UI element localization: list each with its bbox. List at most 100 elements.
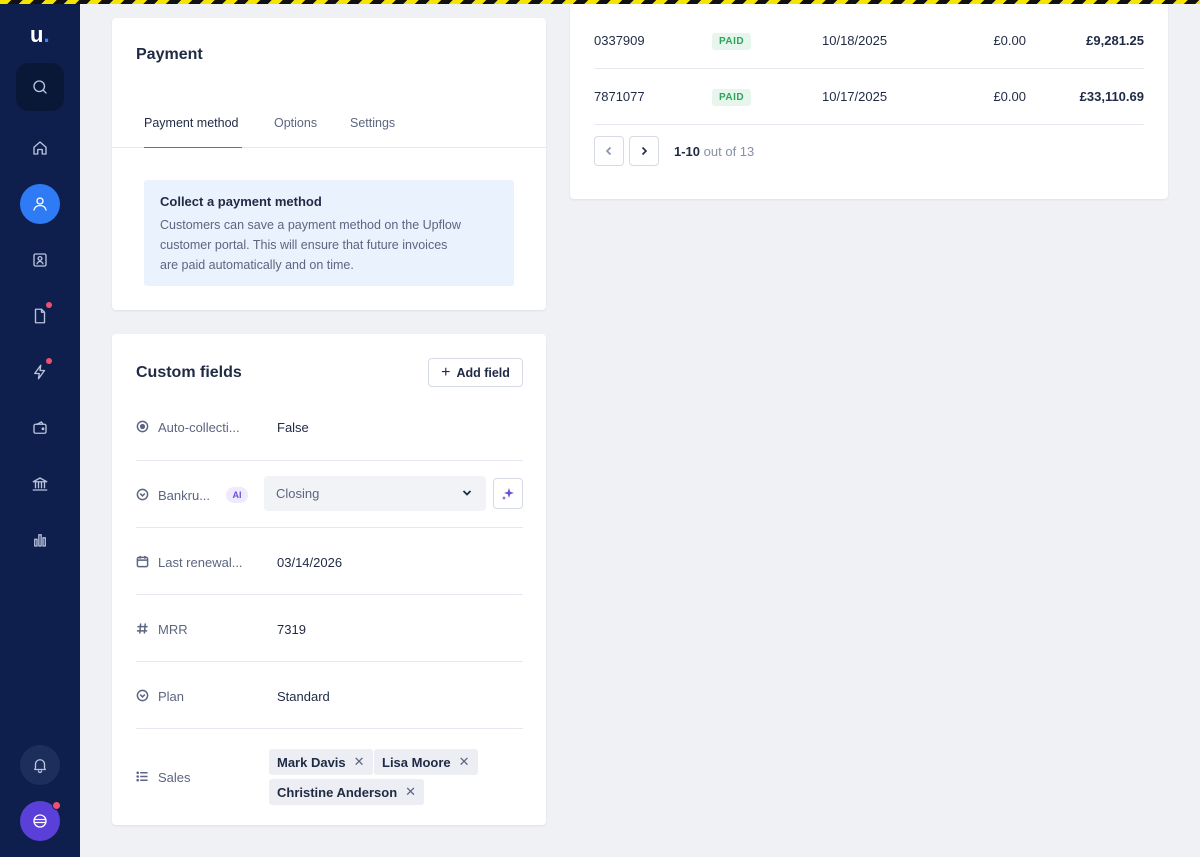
lightning-icon — [34, 364, 46, 380]
bank-icon — [32, 477, 48, 491]
workspace-icon — [33, 814, 47, 828]
radio-icon — [136, 420, 149, 433]
dropdown-icon — [136, 488, 149, 501]
field-label: MRR — [158, 622, 188, 637]
pagination-text: 1-10 out of 13 — [674, 144, 754, 159]
hash-icon — [136, 622, 149, 635]
sidebar-item-contacts[interactable] — [20, 240, 60, 280]
add-field-button[interactable]: + Add field — [428, 358, 523, 387]
notice-title: Collect a payment method — [160, 194, 322, 209]
notice-body: Customers can save a payment method on t… — [160, 215, 498, 275]
sidebar: u. — [0, 0, 80, 857]
sidebar-item-customers[interactable] — [20, 184, 60, 224]
document-icon — [34, 308, 46, 324]
field-label: Plan — [158, 689, 185, 704]
chevron-left-icon — [605, 146, 612, 156]
home-icon — [33, 141, 47, 155]
invoice-outstanding: £0.00 — [993, 89, 1026, 104]
sales-chip: Christine Anderson ✕ — [269, 779, 425, 805]
ai-badge: AI — [226, 487, 248, 503]
field-label: Bankru... — [158, 488, 211, 503]
field-bankruptcy: Bankru... AI Closing — [136, 476, 523, 528]
custom-fields-title: Custom fields — [136, 364, 242, 381]
tab-payment-method[interactable]: Payment method — [144, 112, 242, 148]
invoice-outstanding: £0.00 — [993, 33, 1026, 48]
add-field-label: Add field — [456, 365, 510, 380]
chevron-right-icon — [641, 146, 648, 156]
invoice-amount: £33,110.69 — [1079, 89, 1144, 104]
select-value: Closing — [276, 486, 320, 501]
sidebar-item-automations[interactable] — [20, 352, 60, 392]
bankruptcy-select[interactable]: Closing — [264, 476, 486, 511]
notifications-button[interactable] — [20, 745, 60, 785]
invoice-number[interactable]: 7871077 — [594, 89, 645, 104]
bell-icon — [34, 759, 46, 774]
sales-chip: Lisa Moore ✕ — [374, 749, 478, 775]
pagination: 1-10 out of 13 — [594, 136, 894, 166]
field-last-renewal[interactable]: Last renewal... 03/14/2026 — [136, 545, 523, 595]
sparkle-icon — [502, 487, 514, 500]
plus-icon: + — [441, 363, 451, 381]
table-row[interactable]: 7871077 PAID 10/17/2025 £0.00 £33,110.69 — [594, 69, 1144, 125]
avatar[interactable] — [20, 801, 61, 841]
payment-card: Payment Payment method Options Settings … — [112, 18, 546, 310]
payment-tabs: Payment method Options Settings — [112, 108, 546, 148]
field-value[interactable]: 03/14/2026 — [277, 555, 342, 570]
notification-dot — [46, 302, 52, 308]
field-label: Sales — [158, 770, 191, 785]
invoices-card: 0337909 PAID 10/18/2025 £0.00 £9,281.25 … — [570, 0, 1168, 199]
invoice-amount: £9,281.25 — [1086, 33, 1144, 48]
field-auto-collection[interactable]: Auto-collecti... False — [136, 410, 523, 461]
sidebar-item-home[interactable] — [20, 128, 60, 168]
dropdown-icon — [136, 689, 149, 702]
field-label: Auto-collecti... — [158, 420, 240, 435]
logo[interactable]: u. — [30, 22, 50, 48]
field-mrr[interactable]: MRR 7319 — [136, 612, 523, 662]
pagination-range: 1-10 — [674, 144, 701, 159]
chevron-down-icon — [462, 490, 472, 496]
contact-card-icon — [33, 253, 47, 267]
status-badge: PAID — [712, 33, 752, 50]
list-icon — [136, 770, 149, 783]
remove-icon[interactable]: ✕ — [405, 784, 416, 800]
sidebar-item-banking[interactable] — [20, 464, 60, 504]
field-value[interactable]: Standard — [277, 689, 330, 704]
sidebar-item-payments[interactable] — [20, 408, 60, 448]
sidebar-item-reports[interactable] — [20, 520, 60, 560]
table-row[interactable]: 0337909 PAID 10/18/2025 £0.00 £9,281.25 — [594, 13, 1144, 69]
field-plan[interactable]: Plan Standard — [136, 679, 523, 729]
bar-chart-icon — [34, 534, 46, 547]
chip-label: Mark Davis — [277, 754, 346, 770]
invoice-date: 10/18/2025 — [822, 33, 888, 48]
logo-dot: . — [43, 22, 50, 47]
notification-dot — [52, 801, 61, 810]
sidebar-item-search[interactable] — [16, 63, 64, 111]
invoice-number[interactable]: 0337909 — [594, 33, 645, 48]
remove-icon[interactable]: ✕ — [459, 754, 470, 770]
notice-line: customer portal. This will ensure that f… — [160, 238, 448, 252]
notice-line: Customers can save a payment method on t… — [160, 218, 461, 232]
field-value[interactable]: False — [277, 420, 309, 435]
chip-label: Lisa Moore — [382, 754, 451, 770]
pagination-total: out of 13 — [703, 144, 755, 159]
invoice-date: 10/17/2025 — [822, 89, 888, 104]
payment-title: Payment — [136, 46, 203, 63]
search-icon — [33, 80, 47, 94]
hazard-stripe — [0, 0, 1200, 4]
ai-suggest-button[interactable] — [493, 478, 523, 509]
field-label: Last renewal... — [158, 555, 243, 570]
prev-page-button[interactable] — [594, 136, 624, 166]
payment-method-notice: Collect a payment method Customers can s… — [144, 180, 514, 286]
field-value[interactable]: 7319 — [277, 622, 306, 637]
tab-options[interactable]: Options — [274, 112, 317, 148]
sales-chip: Mark Davis ✕ — [269, 749, 373, 775]
notice-line: are paid automatically and on time. — [160, 258, 354, 272]
user-icon — [33, 197, 47, 211]
field-sales: Sales Mark Davis ✕ Lisa Moore ✕ Christin… — [136, 746, 523, 811]
custom-fields-card: Custom fields + Add field Auto-collecti.… — [112, 334, 546, 825]
sidebar-item-invoices[interactable] — [20, 296, 60, 336]
logo-letter: u — [30, 22, 44, 47]
remove-icon[interactable]: ✕ — [354, 754, 365, 770]
next-page-button[interactable] — [629, 136, 659, 166]
tab-settings[interactable]: Settings — [350, 112, 395, 148]
